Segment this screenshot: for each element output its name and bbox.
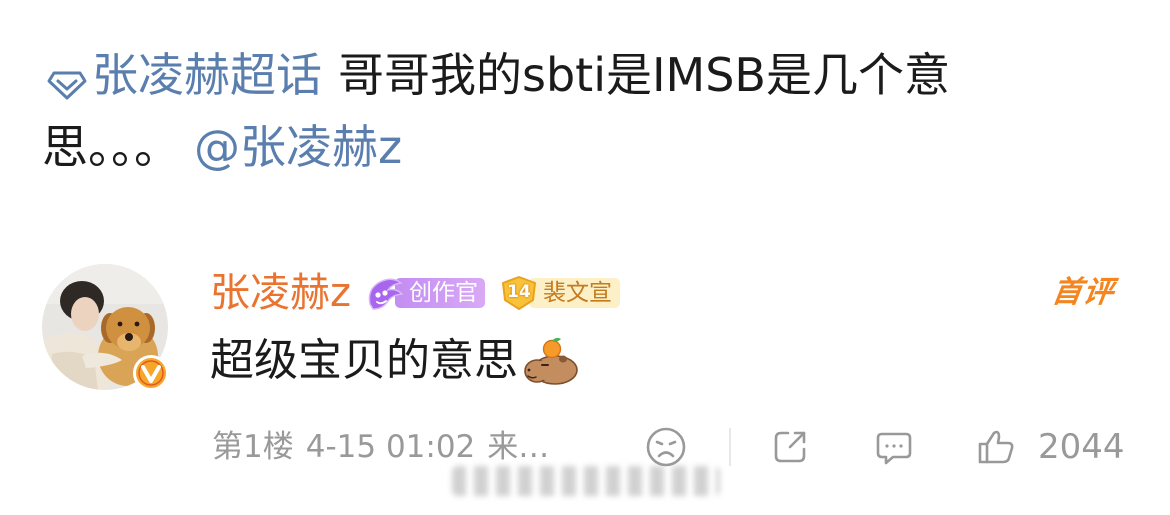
comment-header: 张凌赫z 创作官 14 裴文宣: [210, 270, 620, 316]
verified-v-icon: [132, 354, 170, 392]
floor-number: 第1楼: [212, 429, 294, 465]
comment-body: 超级宝贝的意思: [210, 334, 580, 388]
fan-level-number: 14: [507, 282, 531, 302]
creator-badge[interactable]: 创作官: [365, 274, 485, 312]
like-count[interactable]: 2044: [1038, 425, 1125, 469]
capybara-with-orange-emoji: [522, 336, 580, 386]
post-text-line-1: 张凌赫超话 哥哥我的sbti是IMSB是几个意: [46, 47, 950, 103]
creator-badge-label: 创作官: [395, 278, 485, 308]
first-comment-tag: 首评: [1049, 275, 1117, 310]
sad-face-icon[interactable]: [644, 425, 688, 469]
super-topic-link[interactable]: 张凌赫超话: [46, 47, 338, 103]
comment-bubble-icon[interactable]: [872, 425, 916, 469]
fan-badge-label: 裴文宣: [529, 278, 620, 308]
super-topic-diamond-icon: [46, 58, 88, 100]
watermark: [452, 466, 720, 496]
super-topic-name: 张凌赫超话: [92, 48, 322, 102]
post-text-line-2: 思。。。 @张凌赫z: [42, 119, 402, 175]
fan-level-badge[interactable]: 14 裴文宣: [499, 275, 620, 311]
comment-time: 4-15 01:02: [305, 429, 476, 465]
username[interactable]: 张凌赫z: [210, 270, 351, 316]
comment-meta: 第1楼 4-15 01:02 来…: [212, 425, 561, 469]
creator-quill-icon: [365, 274, 405, 312]
mention-link[interactable]: @张凌赫z: [194, 119, 402, 175]
action-divider: [729, 428, 731, 466]
thumbs-up-icon[interactable]: [974, 425, 1018, 469]
comment-source: 来…: [487, 429, 550, 465]
fan-level-shield-icon: 14: [499, 275, 539, 311]
post-body-text: 哥哥我的sbti是IMSB是几个意: [338, 48, 950, 102]
comment-text: 超级宝贝的意思: [210, 335, 518, 386]
post-body-text-continued: 思。。。: [42, 120, 180, 174]
share-icon[interactable]: [768, 425, 812, 469]
